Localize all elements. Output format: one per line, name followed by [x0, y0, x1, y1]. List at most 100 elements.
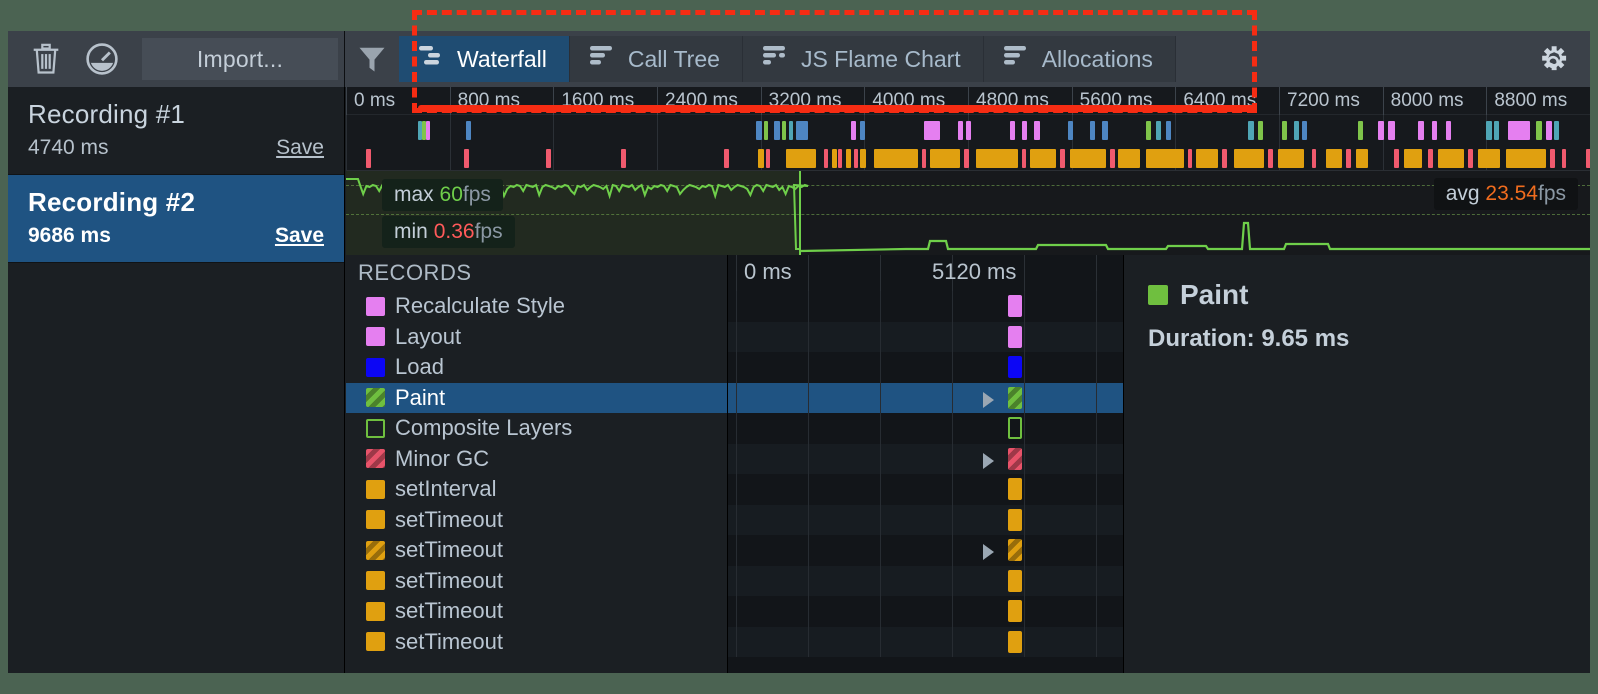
record-bar[interactable] — [1008, 630, 1022, 653]
record-row[interactable]: setTimeout — [346, 627, 727, 658]
record-color-swatch — [366, 327, 385, 347]
record-bar[interactable] — [1008, 325, 1022, 348]
record-bar[interactable] — [1008, 295, 1022, 317]
record-row[interactable]: setTimeout — [346, 505, 727, 536]
record-bar[interactable] — [1008, 386, 1022, 409]
chart-gridline — [736, 352, 737, 383]
record-chart-row[interactable] — [728, 596, 1123, 627]
chart-gridline — [1024, 255, 1025, 291]
main-content: 0 ms 800 ms 1600 ms 2400 ms 3200 ms 4000 ms 48… — [346, 87, 1590, 673]
overview-chip — [782, 121, 786, 140]
record-row[interactable]: Load — [346, 352, 727, 383]
chart-gridline — [736, 596, 737, 627]
expand-arrow-icon[interactable] — [983, 544, 994, 560]
record-label: setInterval — [395, 476, 497, 502]
chart-gridline — [1096, 321, 1097, 352]
records-chart-column[interactable]: 0 ms 5120 ms — [728, 255, 1124, 673]
tab-js-flame-chart[interactable]: JS Flame Chart — [742, 36, 984, 82]
record-row[interactable]: Recalculate Style — [346, 291, 727, 322]
record-chart-row[interactable] — [728, 352, 1123, 383]
chart-gridline — [952, 565, 953, 596]
record-row[interactable]: Paint — [346, 382, 727, 413]
chart-gridline — [1024, 321, 1025, 352]
gear-icon[interactable] — [1536, 45, 1570, 79]
record-row[interactable]: Layout — [346, 322, 727, 353]
record-label: setTimeout — [395, 506, 504, 532]
chart-gridline — [952, 352, 953, 383]
record-chart-row[interactable] — [728, 535, 1123, 566]
overview-chip — [756, 121, 762, 140]
record-chart-row[interactable] — [728, 382, 1123, 413]
chart-gridline — [952, 443, 953, 474]
record-row[interactable]: setInterval — [346, 474, 727, 505]
chart-gridline — [736, 321, 737, 352]
record-chart-row[interactable] — [728, 474, 1123, 505]
record-bar[interactable] — [1008, 569, 1022, 592]
record-chart-row[interactable] — [728, 626, 1123, 657]
record-row[interactable]: Minor GC — [346, 444, 727, 475]
record-bar[interactable] — [1008, 600, 1022, 622]
chart-gridline — [1024, 443, 1025, 474]
record-row[interactable]: Composite Layers — [346, 413, 727, 444]
record-chart-row[interactable] — [728, 443, 1123, 474]
ruler-tick: 6400 ms — [1175, 87, 1279, 115]
record-bar[interactable] — [1008, 478, 1022, 500]
overview-chip — [464, 149, 469, 168]
chart-gridline — [808, 535, 809, 566]
tab-waterfall[interactable]: Waterfall — [399, 36, 570, 82]
filter-icon[interactable] — [345, 31, 399, 87]
overview-chip — [1258, 121, 1263, 140]
chart-gridline — [1096, 255, 1097, 291]
record-row[interactable]: setTimeout — [346, 566, 727, 597]
record-bar[interactable] — [1008, 539, 1022, 561]
timeline-ruler[interactable]: 0 ms 800 ms 1600 ms 2400 ms 3200 ms 4000 ms 48… — [346, 87, 1590, 115]
record-chart-row[interactable] — [728, 413, 1123, 444]
chart-gridline — [736, 504, 737, 535]
tab-allocations[interactable]: Allocations — [983, 36, 1176, 82]
record-row[interactable]: setTimeout — [346, 596, 727, 627]
record-bar[interactable] — [1008, 417, 1022, 439]
overview-chip — [1268, 149, 1273, 168]
expand-arrow-icon[interactable] — [983, 391, 994, 408]
record-label: Minor GC — [395, 445, 490, 471]
import-button[interactable]: Import... — [142, 38, 338, 80]
overview-chip — [1156, 121, 1161, 140]
record-chart-row[interactable] — [728, 504, 1123, 535]
overview-chip — [854, 149, 858, 168]
overview-chip — [1554, 121, 1559, 140]
detail-color-swatch — [1148, 285, 1168, 305]
recording-item-2[interactable]: Recording #2 9686 ms Save — [8, 175, 344, 263]
overview-chip — [1536, 121, 1542, 140]
record-row[interactable]: setTimeout — [346, 535, 727, 566]
record-bar[interactable] — [1008, 356, 1022, 378]
record-label: setTimeout — [395, 567, 504, 593]
gauge-icon[interactable] — [78, 39, 126, 79]
ruler-tick: 800 ms — [449, 87, 554, 115]
recording-save-link[interactable]: Save — [276, 136, 324, 160]
record-color-swatch — [366, 510, 385, 530]
record-bar[interactable] — [1008, 508, 1022, 531]
overview-chip — [1146, 149, 1184, 168]
recording-item-1[interactable]: Recording #1 4740 ms Save — [8, 87, 344, 175]
overview-chip — [758, 149, 764, 168]
record-chart-row[interactable] — [728, 565, 1123, 596]
fps-overview-graph[interactable]: max 60fps min 0.36fps avg 23.54fps — [346, 170, 1590, 255]
overview-markers[interactable] — [346, 115, 1590, 170]
chart-gridline — [1096, 443, 1097, 474]
overview-chip — [366, 149, 371, 168]
overview-chip — [1102, 121, 1108, 140]
recording-save-link[interactable]: Save — [275, 224, 324, 248]
tab-call-tree[interactable]: Call Tree — [569, 36, 743, 82]
overview-chip — [1022, 121, 1027, 140]
record-chart-row[interactable] — [728, 321, 1123, 352]
overview-chip — [1468, 149, 1473, 168]
overview-chip — [851, 121, 856, 140]
trash-icon[interactable] — [22, 39, 70, 79]
overview-chip — [958, 121, 963, 140]
chart-gridline — [1096, 596, 1097, 627]
record-chart-row[interactable] — [728, 291, 1123, 322]
overview-chip — [1358, 121, 1363, 140]
expand-arrow-icon[interactable] — [983, 452, 994, 469]
chart-tick-label: 0 ms — [744, 259, 792, 284]
record-bar[interactable] — [1008, 447, 1022, 470]
